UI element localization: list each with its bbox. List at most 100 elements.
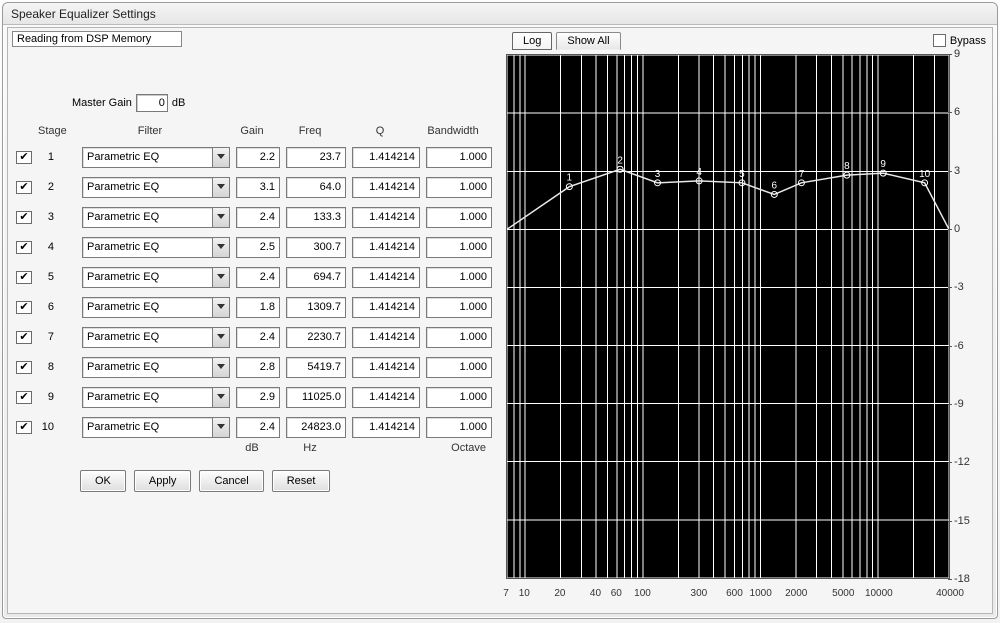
filter-value: Parametric EQ (83, 301, 212, 313)
tab-log[interactable]: Log (512, 32, 552, 50)
bandwidth-input[interactable] (426, 147, 492, 168)
q-input[interactable] (352, 387, 420, 408)
freq-input[interactable] (286, 147, 346, 168)
chevron-down-icon (212, 208, 229, 227)
reset-button[interactable]: Reset (272, 470, 331, 492)
gain-input[interactable] (236, 267, 280, 288)
x-tick-label: 1000 (750, 588, 772, 599)
freq-input[interactable] (286, 267, 346, 288)
freq-input[interactable] (286, 297, 346, 318)
stage-number: 1 (38, 151, 54, 163)
freq-input[interactable] (286, 177, 346, 198)
stage-enable-checkbox[interactable]: ✔ (16, 391, 32, 404)
master-gain-row: Master Gain dB (72, 94, 494, 112)
x-tick-label: 40 (590, 588, 601, 599)
y-tick-label: -12 (954, 456, 970, 468)
stage-enable-checkbox[interactable]: ✔ (16, 271, 32, 284)
filter-select[interactable]: Parametric EQ (82, 417, 230, 438)
gain-input[interactable] (236, 327, 280, 348)
q-input[interactable] (352, 417, 420, 438)
bandwidth-input[interactable] (426, 177, 492, 198)
bandwidth-input[interactable] (426, 297, 492, 318)
gain-input[interactable] (236, 357, 280, 378)
freq-input[interactable] (286, 327, 346, 348)
stage-enable-checkbox[interactable]: ✔ (16, 331, 32, 344)
filter-select[interactable]: Parametric EQ (82, 297, 230, 318)
stage-number: 6 (38, 301, 54, 313)
gain-input[interactable] (236, 237, 280, 258)
apply-button[interactable]: Apply (134, 470, 192, 492)
filter-value: Parametric EQ (83, 151, 212, 163)
y-tick-label: -3 (954, 281, 964, 293)
x-tick-label: 5000 (832, 588, 854, 599)
q-input[interactable] (352, 357, 420, 378)
gain-input[interactable] (236, 417, 280, 438)
filter-select[interactable]: Parametric EQ (82, 327, 230, 348)
bandwidth-input[interactable] (426, 237, 492, 258)
filter-select[interactable]: Parametric EQ (82, 357, 230, 378)
hdr-gain: Gain (230, 125, 274, 137)
filter-select[interactable]: Parametric EQ (82, 387, 230, 408)
svg-text:8: 8 (844, 161, 850, 172)
q-input[interactable] (352, 207, 420, 228)
plot-x-axis: 7102040601003006001000200050001000040000 (506, 581, 950, 603)
svg-text:7: 7 (799, 169, 805, 180)
stage-number: 5 (38, 271, 54, 283)
cancel-button[interactable]: Cancel (199, 470, 263, 492)
bandwidth-input[interactable] (426, 417, 492, 438)
gain-input[interactable] (236, 297, 280, 318)
gain-input[interactable] (236, 177, 280, 198)
stage-row: ✔ 9 Parametric EQ (12, 382, 494, 412)
stage-enable-checkbox[interactable]: ✔ (16, 361, 32, 374)
q-input[interactable] (352, 237, 420, 258)
freq-input[interactable] (286, 357, 346, 378)
q-input[interactable] (352, 147, 420, 168)
q-input[interactable] (352, 267, 420, 288)
y-tick-label: -15 (954, 515, 970, 527)
app-window: Speaker Equalizer Settings Reading from … (2, 2, 998, 619)
freq-input[interactable] (286, 387, 346, 408)
freq-input[interactable] (286, 237, 346, 258)
bandwidth-input[interactable] (426, 267, 492, 288)
tab-show-all[interactable]: Show All (556, 32, 620, 50)
freq-input[interactable] (286, 417, 346, 438)
bandwidth-input[interactable] (426, 327, 492, 348)
stage-enable-checkbox[interactable]: ✔ (16, 211, 32, 224)
bandwidth-input[interactable] (426, 357, 492, 378)
freq-input[interactable] (286, 207, 346, 228)
gain-input[interactable] (236, 147, 280, 168)
filter-select[interactable]: Parametric EQ (82, 177, 230, 198)
stage-enable-checkbox[interactable]: ✔ (16, 301, 32, 314)
gain-input[interactable] (236, 387, 280, 408)
stage-number: 3 (38, 211, 54, 223)
filter-select[interactable]: Parametric EQ (82, 267, 230, 288)
y-tick-label: -6 (954, 340, 964, 352)
chevron-down-icon (212, 238, 229, 257)
master-gain-input[interactable] (136, 94, 168, 112)
y-tick-label: 3 (954, 165, 960, 177)
q-input[interactable] (352, 297, 420, 318)
q-input[interactable] (352, 327, 420, 348)
gain-input[interactable] (236, 207, 280, 228)
svg-text:1: 1 (567, 173, 573, 184)
stage-number: 9 (38, 391, 54, 403)
bandwidth-input[interactable] (426, 207, 492, 228)
filter-select[interactable]: Parametric EQ (82, 207, 230, 228)
bandwidth-input[interactable] (426, 387, 492, 408)
stage-enable-checkbox[interactable]: ✔ (16, 241, 32, 254)
stage-row: ✔ 1 Parametric EQ (12, 142, 494, 172)
stage-enable-checkbox[interactable]: ✔ (16, 151, 32, 164)
filter-select[interactable]: Parametric EQ (82, 237, 230, 258)
bypass-checkbox[interactable] (933, 34, 946, 47)
stage-row: ✔2Parametric EQ (12, 172, 494, 202)
filter-select[interactable]: Parametric EQ (82, 147, 230, 168)
svg-text:10: 10 (919, 169, 931, 180)
q-input[interactable] (352, 177, 420, 198)
master-gain-unit: dB (172, 97, 185, 109)
chevron-down-icon (212, 178, 229, 197)
ok-button[interactable]: OK (80, 470, 126, 492)
stage-enable-checkbox[interactable]: ✔ (16, 421, 32, 434)
eq-plot[interactable]: 12345678910 (506, 54, 950, 579)
stage-enable-checkbox[interactable]: ✔ (16, 181, 32, 194)
bypass-label: Bypass (950, 35, 986, 47)
